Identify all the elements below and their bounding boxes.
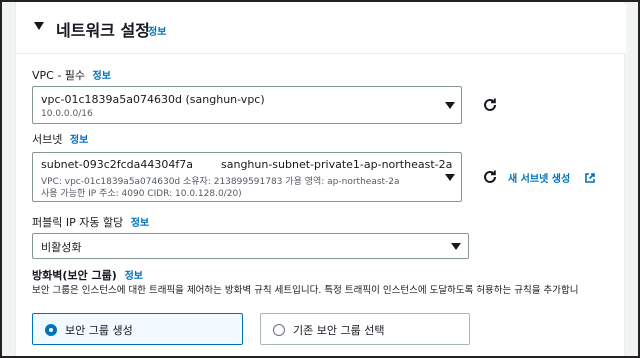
vpc-label-text: VPC - 필수	[32, 69, 86, 82]
subnet-selected-name: sanghun-subnet-private1-ap-northeast-2a	[221, 158, 453, 171]
section-title: 네트워크 설정	[56, 21, 150, 40]
subnet-select[interactable]: subnet-093c2fcda44304f7a sanghun-subnet-…	[32, 152, 462, 202]
right-gutter	[624, 2, 638, 356]
section-info-link[interactable]: 정보	[148, 23, 166, 38]
create-security-group-radio[interactable]	[45, 324, 57, 336]
subnet-info-link[interactable]: 정보	[70, 135, 88, 146]
public-ip-select[interactable]: 비활성화	[32, 233, 469, 259]
left-gutter	[2, 2, 16, 356]
network-settings-panel: 네트워크 설정 정보 VPC - 필수 정보 vpc-01c1839a5a074…	[0, 0, 640, 358]
vpc-info-link[interactable]: 정보	[93, 71, 111, 82]
chevron-down-icon	[445, 174, 455, 181]
vpc-cidr: 10.0.0.0/16	[41, 109, 93, 119]
public-ip-selected: 비활성화	[41, 241, 82, 254]
subnet-label-text: 서브넷	[32, 133, 63, 146]
subnet-selected-id: subnet-093c2fcda44304f7a	[41, 158, 193, 171]
firewall-label-text: 방화벽(보안 그룹)	[32, 269, 117, 282]
public-ip-info-link[interactable]: 정보	[131, 218, 149, 229]
external-link-icon[interactable]	[584, 172, 596, 184]
refresh-subnet-icon[interactable]	[482, 169, 498, 185]
public-ip-label: 퍼블릭 IP 자동 할당 정보	[32, 214, 149, 230]
public-ip-label-text: 퍼블릭 IP 자동 할당	[32, 216, 124, 229]
subnet-detail-line2: 사용 가능한 IP 주소: 4090 CIDR: 10.0.128.0/20)	[41, 189, 242, 199]
refresh-vpc-icon[interactable]	[482, 97, 498, 113]
existing-security-group-option[interactable]: 기존 보안 그룹 선택	[260, 313, 470, 345]
vpc-selected-id: vpc-01c1839a5a074630d (sanghun-vpc)	[41, 93, 265, 106]
firewall-info-link[interactable]: 정보	[125, 271, 143, 282]
firewall-label: 방화벽(보안 그룹) 정보	[32, 267, 143, 283]
subnet-label: 서브넷 정보	[32, 131, 88, 147]
create-subnet-link[interactable]: 새 서브넷 생성	[508, 170, 570, 185]
caret-down-icon[interactable]	[34, 22, 44, 30]
chevron-down-icon	[451, 243, 461, 250]
chevron-down-icon	[445, 102, 455, 109]
section-header[interactable]: 네트워크 설정 정보	[16, 4, 626, 54]
existing-security-group-radio[interactable]	[273, 324, 285, 336]
create-security-group-option[interactable]: 보안 그룹 생성	[32, 313, 243, 345]
firewall-description: 보안 그룹은 인스턴스에 대한 트래픽을 제어하는 방화벽 규칙 세트입니다. …	[32, 285, 579, 296]
vpc-select[interactable]: vpc-01c1839a5a074630d (sanghun-vpc) 10.0…	[32, 86, 462, 124]
existing-security-group-label: 기존 보안 그룹 선택	[293, 324, 385, 337]
create-security-group-label: 보안 그룹 생성	[65, 324, 133, 337]
vpc-label: VPC - 필수 정보	[32, 67, 111, 83]
